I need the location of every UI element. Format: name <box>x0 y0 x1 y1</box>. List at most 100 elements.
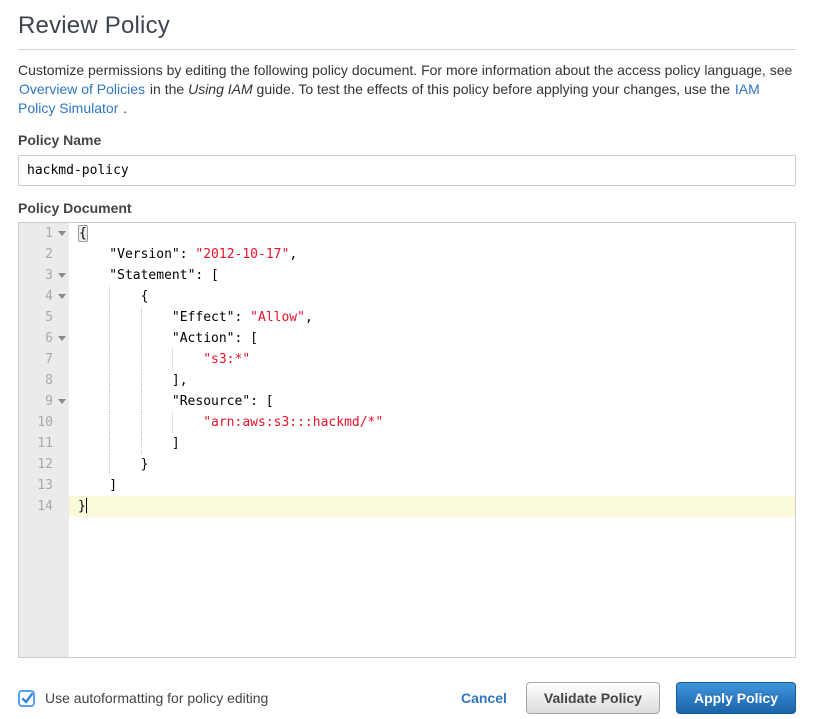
fold-arrow-icon[interactable] <box>58 273 66 278</box>
autoformat-option: Use autoformatting for policy editing <box>18 690 268 707</box>
policy-name-label: Policy Name <box>18 132 796 148</box>
code-token: "Effect": <box>172 310 250 325</box>
indent-guide <box>78 454 109 475</box>
indent-guide <box>141 307 172 328</box>
code-token: ], <box>172 373 188 388</box>
code-token: { <box>141 289 149 304</box>
code-line[interactable]: ], <box>69 370 795 391</box>
fold-arrow-icon[interactable] <box>58 399 66 404</box>
indent-guide <box>78 328 109 349</box>
fold-arrow-icon[interactable] <box>58 231 66 236</box>
code-token: , <box>289 247 297 262</box>
code-token: { <box>78 225 88 242</box>
code-token: ] <box>172 436 180 451</box>
code-line[interactable]: { <box>69 286 795 307</box>
code-token: "Resource": [ <box>172 394 274 409</box>
text-cursor <box>86 498 87 513</box>
indent-guide <box>78 265 109 286</box>
intro-part1: Customize permissions by editing the fol… <box>18 62 792 78</box>
code-line[interactable]: } <box>69 454 795 475</box>
indent-guide <box>141 328 172 349</box>
indent-guide <box>109 391 140 412</box>
indent-guide <box>78 412 109 433</box>
gutter-cell: 2 <box>19 244 69 265</box>
indent-guide <box>109 307 140 328</box>
indent-guide <box>141 412 172 433</box>
indent-guide <box>141 391 172 412</box>
gutter-cell: 6 <box>19 328 69 349</box>
indent-guide <box>109 454 140 475</box>
indent-guide <box>109 286 140 307</box>
gutter-cell: 4 <box>19 286 69 307</box>
code-token-string: "arn:aws:s3:::hackmd/*" <box>203 415 383 430</box>
gutter-cell: 8 <box>19 370 69 391</box>
apply-policy-button[interactable]: Apply Policy <box>676 682 796 714</box>
policy-document-label: Policy Document <box>18 200 796 216</box>
gutter-cell: 7 <box>19 349 69 370</box>
gutter-cell: 1 <box>19 223 69 244</box>
code-token: "Version": <box>109 247 195 262</box>
indent-guide <box>109 412 140 433</box>
code-line[interactable]: "s3:*" <box>69 349 795 370</box>
indent-guide <box>172 349 203 370</box>
indent-guide <box>78 349 109 370</box>
using-iam-guide-name: Using IAM <box>188 81 253 97</box>
code-token-string: "Allow" <box>250 310 305 325</box>
editor-code[interactable]: { "Version": "2012-10-17", "Statement": [ {… <box>69 223 795 657</box>
code-token: "Statement": [ <box>109 268 219 283</box>
gutter-cell: 11 <box>19 433 69 454</box>
intro-part2: in the <box>146 81 188 97</box>
code-line[interactable]: ] <box>69 475 795 496</box>
intro-part4: . <box>119 100 127 116</box>
code-line[interactable]: "Version": "2012-10-17", <box>69 244 795 265</box>
intro-part3: guide. To test the effects of this polic… <box>253 81 734 97</box>
indent-guide <box>78 307 109 328</box>
editor-gutter: 1234567891011121314 <box>19 223 69 657</box>
code-token-string: "2012-10-17" <box>195 247 289 262</box>
intro-text: Customize permissions by editing the fol… <box>18 61 796 118</box>
validate-policy-button[interactable]: Validate Policy <box>526 682 660 714</box>
policy-name-input[interactable] <box>18 155 796 186</box>
code-line[interactable]: { <box>69 223 795 244</box>
code-token: "Action": [ <box>172 331 258 346</box>
indent-guide <box>78 244 109 265</box>
code-line[interactable]: "Statement": [ <box>69 265 795 286</box>
indent-guide <box>78 370 109 391</box>
indent-guide <box>141 349 172 370</box>
autoformat-checkbox[interactable] <box>18 690 35 707</box>
gutter-cell: 9 <box>19 391 69 412</box>
code-line[interactable]: "Action": [ <box>69 328 795 349</box>
indent-guide <box>78 391 109 412</box>
footer-bar: Use autoformatting for policy editing Ca… <box>18 682 796 714</box>
code-token: , <box>305 310 313 325</box>
code-token-string: "s3:*" <box>203 352 250 367</box>
cancel-link[interactable]: Cancel <box>461 690 507 706</box>
policy-document-editor[interactable]: 1234567891011121314 {"Version": "2012-10… <box>18 222 796 658</box>
indent-guide <box>109 328 140 349</box>
indent-guide <box>109 349 140 370</box>
indent-guide <box>109 433 140 454</box>
gutter-cell: 10 <box>19 412 69 433</box>
fold-arrow-icon[interactable] <box>58 336 66 341</box>
code-line[interactable]: } <box>69 496 795 517</box>
action-buttons: Cancel Validate Policy Apply Policy <box>461 682 796 714</box>
code-line[interactable]: "Effect": "Allow", <box>69 307 795 328</box>
gutter-cell: 14 <box>19 496 69 517</box>
indent-guide <box>141 370 172 391</box>
indent-guide <box>172 412 203 433</box>
code-line[interactable]: "arn:aws:s3:::hackmd/*" <box>69 412 795 433</box>
header-divider <box>18 49 796 50</box>
overview-of-policies-link[interactable]: Overview of Policies <box>18 81 146 97</box>
code-token: } <box>78 499 86 514</box>
review-policy-page: Review Policy Customize permissions by e… <box>0 12 814 714</box>
page-title: Review Policy <box>18 12 796 40</box>
gutter-cell: 5 <box>19 307 69 328</box>
fold-arrow-icon[interactable] <box>58 294 66 299</box>
indent-guide <box>78 286 109 307</box>
check-icon <box>20 691 35 706</box>
code-line[interactable]: ] <box>69 433 795 454</box>
gutter-cell: 13 <box>19 475 69 496</box>
indent-guide <box>78 433 109 454</box>
code-line[interactable]: "Resource": [ <box>69 391 795 412</box>
indent-guide <box>141 433 172 454</box>
